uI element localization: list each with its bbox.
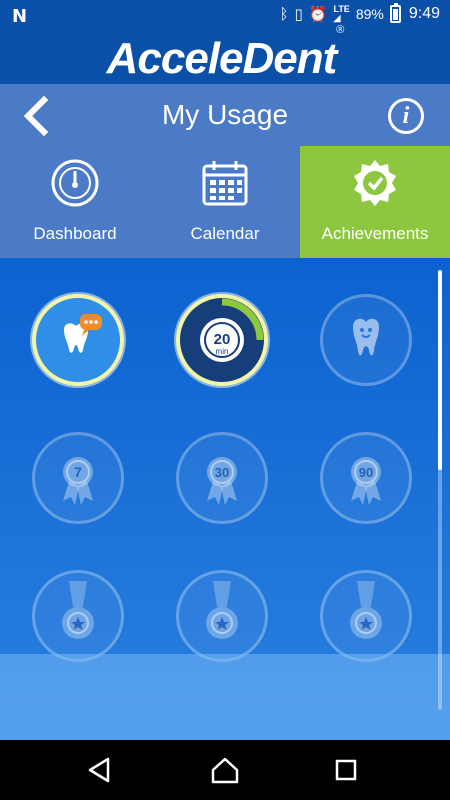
tab-calendar-label: Calendar bbox=[190, 224, 260, 243]
badge-medal-3[interactable] bbox=[320, 570, 412, 662]
info-icon: i bbox=[402, 103, 410, 129]
status-icons: ᛒ ▯ ⏰ LTE ◢ 89% 9:49 bbox=[279, 3, 440, 23]
nav-back-button[interactable] bbox=[84, 754, 116, 786]
info-button[interactable]: i bbox=[388, 98, 424, 134]
ribbon-90-icon: 90 bbox=[351, 457, 381, 505]
achievements-grid[interactable]: 20 min 7 30 90 bbox=[0, 258, 450, 740]
badge-20-text: 20 bbox=[214, 331, 231, 348]
tab-achievements[interactable]: Achievements bbox=[300, 146, 450, 258]
medal-icon bbox=[206, 581, 238, 639]
tab-dashboard[interactable]: Dashboard bbox=[0, 146, 150, 258]
timer-20-min-icon: 20 min bbox=[200, 298, 264, 362]
badge-7-text: 7 bbox=[74, 464, 82, 480]
triangle-back-icon bbox=[88, 757, 110, 783]
system-nav-bar bbox=[0, 740, 450, 800]
medal-icon bbox=[350, 581, 382, 639]
badge-20-min[interactable]: 20 min bbox=[176, 294, 268, 386]
bluetooth-icon: ᛒ bbox=[279, 5, 289, 23]
badge-ribbon-90[interactable]: 90 bbox=[320, 432, 412, 524]
scrollbar-thumb[interactable] bbox=[438, 270, 442, 470]
title-bar: My Usage i bbox=[0, 84, 450, 146]
alarm-icon: ⏰ bbox=[308, 5, 328, 23]
square-recents-icon bbox=[335, 759, 357, 781]
badge-90-text: 90 bbox=[359, 465, 373, 480]
vibrate-icon: ▯ bbox=[294, 5, 303, 23]
battery-icon bbox=[389, 3, 401, 23]
badge-min-text: min bbox=[216, 347, 229, 356]
brand-bar: AcceleDent® bbox=[0, 24, 450, 84]
tooth-chat-icon bbox=[64, 314, 102, 353]
award-icon bbox=[354, 160, 396, 206]
tooth-icon bbox=[353, 318, 379, 356]
nav-home-button[interactable] bbox=[209, 754, 241, 786]
badge-ribbon-30[interactable]: 30 bbox=[176, 432, 268, 524]
badge-tooth-chat[interactable] bbox=[32, 294, 124, 386]
status-bar: N ᛒ ▯ ⏰ LTE ◢ 89% 9:49 bbox=[0, 0, 450, 30]
badge-tooth[interactable] bbox=[320, 294, 412, 386]
speedometer-icon bbox=[51, 159, 99, 207]
medal-icon bbox=[62, 581, 94, 639]
calendar-icon bbox=[202, 161, 248, 206]
status-time: 9:49 bbox=[408, 5, 440, 22]
badge-30-text: 30 bbox=[215, 465, 229, 480]
scrollbar[interactable] bbox=[438, 270, 442, 710]
ribbon-7-icon: 7 bbox=[63, 457, 93, 505]
bottom-fade-overlay bbox=[0, 654, 450, 740]
home-icon bbox=[211, 757, 239, 784]
badge-ribbon-7[interactable]: 7 bbox=[32, 432, 124, 524]
badge-medal-2[interactable] bbox=[176, 570, 268, 662]
nav-recents-button[interactable] bbox=[330, 754, 362, 786]
tab-achievements-label: Achievements bbox=[321, 224, 429, 243]
brand-logo: AcceleDent® bbox=[106, 24, 345, 83]
tab-calendar[interactable]: Calendar bbox=[150, 146, 300, 258]
badge-medal-1[interactable] bbox=[32, 570, 124, 662]
lte-signal-icon: LTE ◢ bbox=[333, 4, 350, 23]
ribbon-30-icon: 30 bbox=[207, 457, 237, 505]
page-title: My Usage bbox=[161, 99, 289, 130]
battery-percent: 89% bbox=[355, 6, 384, 22]
notification-n-icon: N bbox=[12, 6, 28, 27]
tab-dashboard-label: Dashboard bbox=[33, 224, 117, 243]
tab-bar: Dashboard Calendar Achievements bbox=[0, 146, 450, 258]
